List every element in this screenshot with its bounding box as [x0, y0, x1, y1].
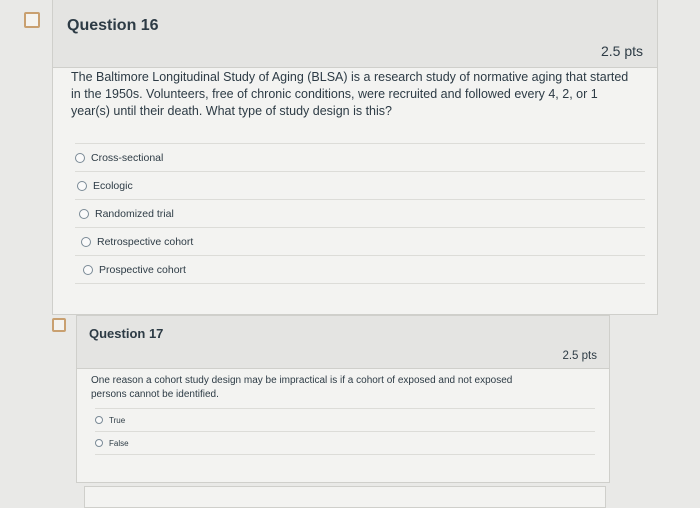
question-17-title: Question 17	[89, 326, 164, 341]
radio-button[interactable]	[83, 264, 93, 275]
question-17-answers: True False	[95, 408, 595, 455]
question-17-card: Question 17 2.5 pts One reason a cohort …	[76, 315, 610, 483]
answer-label: Cross-sectional	[91, 151, 164, 164]
question-16-header: Question 16 2.5 pts	[53, 0, 657, 68]
question-17-points: 2.5 pts	[562, 350, 597, 362]
answer-option-true[interactable]: True	[95, 408, 595, 431]
answer-option-cross-sectional[interactable]: Cross-sectional	[75, 143, 645, 171]
question-16-title: Question 16	[67, 17, 159, 34]
question-17-header: Question 17 2.5 pts	[77, 316, 609, 369]
answer-label: Ecologic	[93, 179, 133, 192]
question-16-text: The Baltimore Longitudinal Study of Agin…	[71, 69, 646, 120]
answer-label: Retrospective cohort	[97, 235, 194, 248]
answer-label: True	[109, 415, 126, 425]
question-text-line: year(s) until their death. What type of …	[71, 103, 392, 118]
radio-button[interactable]	[81, 236, 91, 247]
answer-option-ecologic[interactable]: Ecologic	[75, 171, 645, 199]
question-text-line: persons cannot be identified.	[91, 388, 219, 400]
question-16-card: Question 16 2.5 pts The Baltimore Longit…	[52, 0, 658, 315]
answer-option-randomized-trial[interactable]: Randomized trial	[75, 199, 645, 227]
radio-button[interactable]	[95, 416, 103, 424]
radio-button[interactable]	[77, 180, 87, 191]
answer-label: Randomized trial	[95, 207, 174, 220]
next-question-card	[84, 486, 606, 508]
answer-label: False	[109, 438, 129, 448]
question-text-line: One reason a cohort study design may be …	[91, 375, 513, 386]
radio-button[interactable]	[75, 152, 85, 163]
question-text-line: in the 1950s. Volunteers, free of chroni…	[71, 86, 598, 101]
question-text-line: The Baltimore Longitudinal Study of Agin…	[71, 70, 629, 84]
radio-button[interactable]	[95, 439, 103, 447]
bookmark-flag-icon[interactable]	[52, 318, 66, 332]
radio-button[interactable]	[79, 208, 89, 219]
question-16-answers: Cross-sectional Ecologic Randomized tria…	[75, 143, 645, 284]
bookmark-flag-icon[interactable]	[24, 12, 40, 28]
answer-option-prospective-cohort[interactable]: Prospective cohort	[75, 255, 645, 284]
question-17-text: One reason a cohort study design may be …	[91, 374, 596, 401]
answer-option-retrospective-cohort[interactable]: Retrospective cohort	[75, 227, 645, 255]
answer-option-false[interactable]: False	[95, 431, 595, 455]
question-16-points: 2.5 pts	[600, 43, 643, 59]
answer-label: Prospective cohort	[99, 263, 186, 276]
